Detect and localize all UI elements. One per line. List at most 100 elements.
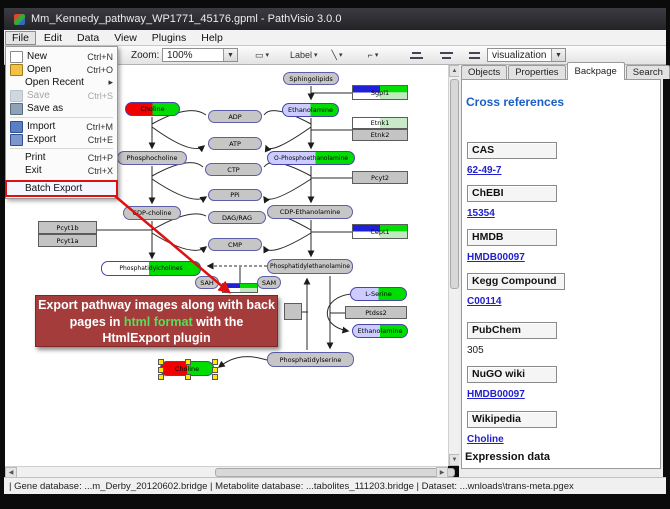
chevron-down-icon: ▾ xyxy=(314,51,318,59)
title-bar[interactable]: Mm_Kennedy_pathway_WP1771_45176.gpml - P… xyxy=(4,8,666,30)
menu-item-import[interactable]: ImportCtrl+M xyxy=(7,120,116,133)
xref-link[interactable]: HMDB00097 xyxy=(467,389,587,400)
pathway-node-ethanolamine[interactable]: Ethanolamine xyxy=(352,324,408,338)
visualization-dropdown-arrow-icon[interactable]: ▼ xyxy=(551,49,565,61)
xref-link[interactable]: C00114 xyxy=(467,296,587,307)
menu-item-new[interactable]: NewCtrl+N xyxy=(7,50,116,63)
node-label: L-Serine xyxy=(365,290,392,298)
pathway-node-sam[interactable]: SAM xyxy=(257,276,281,289)
callout-line2: with the xyxy=(193,315,244,329)
selection-handle[interactable] xyxy=(158,367,164,373)
pathway-node-ppi[interactable]: PPi xyxy=(208,189,262,201)
pathway-node-cmp[interactable]: CMP xyxy=(208,238,262,251)
node-label: Phosphatidylethanolamine xyxy=(270,263,350,270)
vertical-scroll-thumb[interactable] xyxy=(450,79,459,289)
pathway-node-pcyt1a[interactable]: Pcyt1a xyxy=(38,234,97,247)
pathway-node-sgpl1[interactable]: Sgpl1 xyxy=(352,85,408,100)
xref-section-cas: CAS62-49-7 xyxy=(467,142,587,176)
line-tool-button[interactable]: ╲ ▾ xyxy=(325,46,349,64)
label-tool-button[interactable]: Label ▾ xyxy=(287,46,321,64)
selection-handle[interactable] xyxy=(185,374,191,380)
node-label: Phosphatidylserine xyxy=(280,356,342,364)
menu-item-label: Print xyxy=(25,152,84,163)
pathway-node-l-serine[interactable]: L-Serine xyxy=(350,287,407,301)
node-label: SAH xyxy=(200,279,214,287)
callout-line1: Export pathway images along with back xyxy=(38,298,275,312)
status-text: | Gene database: ...m_Derby_20120602.bri… xyxy=(9,481,574,492)
pathway-node-unlabeled[interactable] xyxy=(284,303,302,320)
menu-file[interactable]: File xyxy=(5,31,36,45)
menu-plugins[interactable]: Plugins xyxy=(145,31,193,45)
align-center-button[interactable] xyxy=(404,46,428,64)
xref-link[interactable]: HMDB00097 xyxy=(467,252,587,263)
pathway-node-ethanolamine[interactable]: Ethanolamine xyxy=(282,103,339,117)
node-label: Sphingolipids xyxy=(289,75,332,83)
new-shape-tool-button[interactable]: ▭ ▾ xyxy=(250,46,274,64)
pathway-node-etnk2[interactable]: Etnk2 xyxy=(352,129,408,141)
stack-button[interactable] xyxy=(462,46,486,64)
tab-properties[interactable]: Properties xyxy=(508,65,565,79)
tab-search[interactable]: Search xyxy=(626,65,670,79)
menu-item-save[interactable]: SaveCtrl+S xyxy=(7,89,116,102)
pathway-node-sah[interactable]: SAH xyxy=(195,276,219,289)
menu-item-label: Batch Export xyxy=(25,183,109,194)
menu-item-export[interactable]: ExportCtrl+E xyxy=(7,133,116,146)
menu-item-batch-export[interactable]: Batch Export xyxy=(7,182,116,195)
node-label: O-Phosphoethanolamine xyxy=(274,155,348,162)
menu-item-open[interactable]: OpenCtrl+O xyxy=(7,63,116,76)
canvas-vertical-scrollbar[interactable]: ▲ ▼ xyxy=(448,65,459,466)
menu-view[interactable]: View xyxy=(107,31,144,45)
pathway-node-choline[interactable]: Choline xyxy=(160,361,214,376)
menu-help[interactable]: Help xyxy=(194,31,230,45)
horizontal-scroll-thumb[interactable] xyxy=(215,468,455,477)
distribute-button[interactable] xyxy=(434,46,458,64)
pathway-node-pcyt2[interactable]: Pcyt2 xyxy=(352,171,408,184)
pathway-node-phosphatidylethanolamine[interactable]: Phosphatidylethanolamine xyxy=(267,259,353,274)
pathway-node-adp[interactable]: ADP xyxy=(208,110,262,123)
selection-handle[interactable] xyxy=(158,374,164,380)
xref-link[interactable]: Choline xyxy=(467,434,587,445)
zoom-combobox[interactable]: 100% ▼ xyxy=(162,48,238,62)
node-label: Pcyt2 xyxy=(371,174,389,182)
pathway-node-o-phosphoethanolamine[interactable]: O-Phosphoethanolamine xyxy=(267,151,355,165)
distribute-icon xyxy=(440,52,453,54)
tab-objects[interactable]: Objects xyxy=(461,65,507,79)
selection-handle[interactable] xyxy=(158,359,164,365)
shape-icon: ▭ xyxy=(255,50,264,61)
menu-item-open-recent[interactable]: Open Recent▸ xyxy=(7,76,116,89)
selection-handle[interactable] xyxy=(212,367,218,373)
connector-tool-button[interactable]: ⌐ ▾ xyxy=(361,46,385,64)
menu-item-spacer xyxy=(10,184,21,194)
pathway-node-phosphocholine[interactable]: Phosphocholine xyxy=(117,151,187,165)
selection-handle[interactable] xyxy=(185,359,191,365)
pathway-node-phosphatidylcholines[interactable]: Phosphatidylcholines xyxy=(101,261,201,276)
pathway-node-cdp-ethanolamine[interactable]: CDP-Ethanolamine xyxy=(267,205,353,219)
pathway-node-ctp[interactable]: CTP xyxy=(205,163,262,176)
pathway-node-sphingolipids[interactable]: Sphingolipids xyxy=(283,72,339,85)
zoom-dropdown-arrow-icon[interactable]: ▼ xyxy=(223,49,237,61)
menu-edit[interactable]: Edit xyxy=(37,31,69,45)
pathway-node-dag-rag[interactable]: DAG/RAG xyxy=(208,211,266,224)
visualization-combobox[interactable]: visualization ▼ xyxy=(487,48,566,62)
xref-link[interactable]: 62-49-7 xyxy=(467,165,587,176)
pathway-node-cept1[interactable]: Cept1 xyxy=(352,224,408,239)
menu-data[interactable]: Data xyxy=(70,31,106,45)
node-label: CTP xyxy=(227,166,239,174)
pathway-node-choline[interactable]: Choline xyxy=(125,102,180,116)
pathway-node-etnk1[interactable]: Etnk1 xyxy=(352,117,408,129)
pathway-node-pcyt1b[interactable]: Pcyt1b xyxy=(38,221,97,234)
pathway-node-phosphatidylserine[interactable]: Phosphatidylserine xyxy=(267,352,354,367)
tab-backpage[interactable]: Backpage xyxy=(567,62,625,80)
pathway-node-unlabeled[interactable] xyxy=(222,283,258,293)
menu-item-save-as[interactable]: Save as xyxy=(7,102,116,115)
pathway-node-ptdss2[interactable]: Ptdss2 xyxy=(345,306,407,319)
stack-icon xyxy=(469,52,480,54)
node-label: CMP xyxy=(228,241,242,249)
selection-handle[interactable] xyxy=(212,374,218,380)
xref-link[interactable]: 15354 xyxy=(467,208,587,219)
menu-item-exit[interactable]: ExitCtrl+X xyxy=(7,164,116,177)
pathway-node-atp[interactable]: ATP xyxy=(208,137,262,150)
selection-handle[interactable] xyxy=(212,359,218,365)
menu-item-print[interactable]: PrintCtrl+P xyxy=(7,151,116,164)
pathway-node-cdp-choline[interactable]: CDP-choline xyxy=(123,206,181,220)
